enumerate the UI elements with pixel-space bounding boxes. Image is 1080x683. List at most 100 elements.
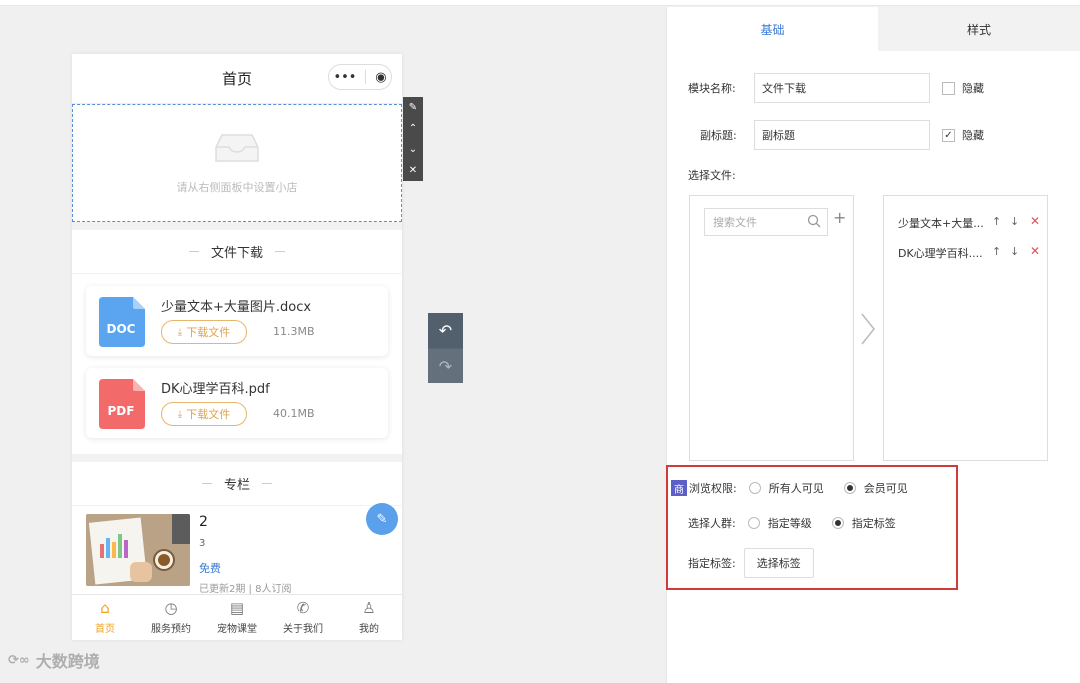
store-module[interactable]: 请从右侧面板中设置小店: [72, 104, 402, 222]
tag-label: 指定标签:: [688, 557, 736, 570]
module-name-input[interactable]: 文件下载: [754, 73, 930, 103]
thumbnail-image: [86, 514, 190, 586]
search-input[interactable]: 搜索文件: [704, 208, 828, 236]
selected-file-item: 少量文本+大量...: [898, 217, 984, 230]
download-button[interactable]: ⤓ 下载文件: [161, 402, 247, 426]
column-item[interactable]: 2 3 免费 已更新2期 | 8人订阅: [72, 506, 402, 596]
phone-header: 首页 ••• ◉: [72, 54, 402, 104]
download-icon: ⤓: [177, 326, 183, 338]
section-title: 专栏: [72, 462, 402, 506]
subtitle-row: 副标题: 副标题 ✓ 隐藏: [700, 120, 984, 150]
tab-label: 首页: [95, 624, 115, 635]
document-icon: ▤: [229, 599, 245, 617]
close-icon[interactable]: ✕: [409, 165, 417, 176]
column-section-title: 专栏: [223, 478, 250, 493]
column-title: 2: [199, 514, 208, 530]
download-label: 下载文件: [186, 326, 231, 339]
file-name: DK心理学百科.pdf: [161, 382, 270, 397]
panel-tabs: 基础 样式: [667, 7, 1080, 51]
user-icon: ♙: [362, 599, 376, 617]
radio-label: 会员可见: [863, 482, 908, 495]
hide-checkbox-1[interactable]: [942, 81, 955, 95]
chevron-right-icon[interactable]: [858, 312, 878, 346]
business-badge-icon: 商: [671, 480, 687, 496]
home-icon: ⌂: [100, 599, 110, 617]
move-up-icon[interactable]: ↑: [992, 245, 1001, 258]
undo-icon: ↶: [438, 321, 453, 340]
tab-mine[interactable]: ♙ 我的: [336, 595, 402, 640]
remove-icon[interactable]: ✕: [1030, 244, 1040, 258]
crowd-row: 选择人群: 指定等级 指定标签: [688, 515, 916, 531]
hide-label: 隐藏: [962, 82, 984, 95]
file-card[interactable]: DOC 少量文本+大量图片.docx ⤓ 下载文件 11.3MB: [86, 286, 388, 356]
leaf-icon: ✎: [376, 511, 388, 527]
subtitle-input[interactable]: 副标题: [754, 120, 930, 150]
mini-program-capsule[interactable]: ••• ◉: [328, 64, 392, 90]
file-download-section[interactable]: 文件下载 DOC 少量文本+大量图片.docx ⤓ 下载文件 11.3MB PD…: [72, 230, 402, 454]
hide-checkbox-2[interactable]: ✓: [942, 128, 955, 142]
clock-icon: ◷: [164, 599, 178, 617]
module-toolbar: ✎ ⌃ ⌄ ✕: [403, 97, 423, 181]
watermark: ⟳∞ 大数跨境: [8, 648, 100, 672]
tab-about-us[interactable]: ✆ 关于我们: [270, 595, 336, 640]
title-dash: [275, 251, 285, 252]
move-down-icon[interactable]: ⌄: [409, 144, 417, 155]
edit-icon[interactable]: ✎: [409, 102, 417, 113]
title-dash: [201, 483, 212, 484]
column-thumbnail: [86, 514, 190, 586]
permission-label: 浏览权限:: [689, 482, 737, 495]
tab-style[interactable]: 样式: [878, 7, 1080, 51]
download-button[interactable]: ⤓ 下载文件: [161, 320, 247, 344]
pdf-file-icon: PDF: [99, 379, 145, 429]
top-bar: [0, 0, 1080, 6]
radio-level[interactable]: [747, 517, 760, 529]
tab-home[interactable]: ⌂ 首页: [72, 595, 138, 640]
search-icon: [807, 214, 821, 228]
move-up-icon[interactable]: ↑: [992, 215, 1001, 228]
bottom-tabbar: ⌂ 首页 ◷ 服务预约 ▤ 宠物课堂 ✆ 关于我们 ♙ 我的: [72, 594, 402, 640]
column-subtitle: 3: [199, 538, 206, 549]
tab-label: 我的: [359, 624, 379, 635]
file-card[interactable]: PDF DK心理学百科.pdf ⤓ 下载文件 40.1MB: [86, 368, 388, 438]
remove-icon[interactable]: ✕: [1030, 214, 1040, 228]
undo-button[interactable]: ↶: [428, 313, 463, 348]
section-title: 文件下载: [72, 230, 402, 274]
tab-basic[interactable]: 基础: [667, 7, 878, 51]
doc-file-icon: DOC: [99, 297, 145, 347]
hide-label: 隐藏: [962, 129, 984, 142]
radio-tag[interactable]: [831, 517, 844, 529]
title-dash: [188, 251, 199, 252]
radio-everyone[interactable]: [748, 482, 761, 494]
move-up-icon[interactable]: ⌃: [409, 123, 417, 134]
tag-row: 指定标签: 选择标签: [688, 548, 814, 578]
select-file-label: 选择文件:: [688, 169, 736, 182]
radio-members[interactable]: [843, 482, 856, 494]
add-icon[interactable]: +: [833, 208, 846, 227]
permission-row: 商 浏览权限: 所有人可见 会员可见: [671, 480, 928, 496]
more-icon[interactable]: •••: [333, 70, 356, 85]
radio-label: 指定标签: [851, 517, 896, 530]
file-selected-list: 少量文本+大量... ↑ ↓ ✕ DK心理学百科.... ↑ ↓ ✕: [883, 195, 1048, 461]
phone-icon: ✆: [296, 599, 310, 617]
phone-preview: 首页 ••• ◉ 请从右侧面板中设置小店 文件下载 DOC 少量文本+大量图片.…: [72, 54, 402, 640]
float-action-button[interactable]: ✎: [366, 503, 398, 535]
search-placeholder: 搜索文件: [713, 216, 757, 229]
move-down-icon[interactable]: ↓: [1010, 245, 1019, 258]
radio-label: 指定等级: [767, 517, 812, 530]
target-icon[interactable]: ◉: [375, 70, 386, 85]
capsule-divider: [365, 70, 367, 84]
tab-service-booking[interactable]: ◷ 服务预约: [138, 595, 204, 640]
move-down-icon[interactable]: ↓: [1010, 215, 1019, 228]
select-tag-button[interactable]: 选择标签: [743, 548, 814, 578]
tab-label: 关于我们: [283, 624, 323, 635]
selected-file-item: DK心理学百科....: [898, 247, 983, 260]
file-source-list: 搜索文件 +: [689, 195, 854, 461]
module-name-label: 模块名称:: [688, 82, 736, 95]
inbox-icon: [215, 134, 259, 162]
tab-pet-class[interactable]: ▤ 宠物课堂: [204, 595, 270, 640]
redo-button[interactable]: ↷: [428, 348, 463, 383]
title-dash: [262, 483, 272, 484]
file-name: 少量文本+大量图片.docx: [161, 300, 312, 315]
radio-label: 所有人可见: [768, 482, 824, 495]
